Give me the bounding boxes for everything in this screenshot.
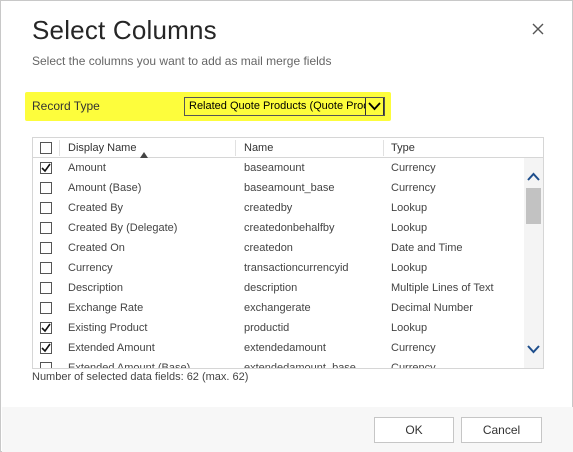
cell-type: Currency — [391, 162, 436, 174]
table-row[interactable]: Extended Amount extendedamount Currency — [33, 338, 523, 358]
cell-type: Currency — [391, 182, 436, 194]
cell-type: Decimal Number — [391, 302, 473, 314]
cell-display-name: Created On — [68, 242, 125, 254]
dialog-title: Select Columns — [32, 15, 217, 45]
cell-name: baseamount_base — [244, 182, 335, 194]
cell-name: createdby — [244, 202, 293, 214]
table-row[interactable]: Existing Product productid Lookup — [33, 318, 523, 338]
cell-name: description — [244, 282, 298, 294]
table-row[interactable]: Currency transactioncurrencyid Lookup — [33, 258, 523, 278]
scroll-down-icon[interactable] — [524, 342, 543, 356]
header-type[interactable]: Type — [391, 142, 415, 154]
scroll-thumb[interactable] — [526, 188, 541, 224]
cell-name: extendedamount — [244, 342, 326, 354]
cell-type: Lookup — [391, 262, 428, 274]
record-type-select[interactable]: Related Quote Products (Quote Product) — [184, 97, 385, 116]
row-checkbox[interactable] — [40, 222, 52, 234]
cell-name: extendedamount_base — [244, 362, 356, 369]
cell-name: transactioncurrencyid — [244, 262, 349, 274]
cell-name: baseamount — [244, 162, 305, 174]
row-checkbox[interactable] — [40, 342, 52, 354]
table-row[interactable]: Description description Multiple Lines of … — [33, 278, 523, 298]
cell-display-name: Currency — [68, 262, 113, 274]
table-row[interactable]: Extended Amount (Base) extendedamount_bas… — [33, 358, 523, 369]
row-checkbox[interactable] — [40, 362, 52, 368]
header-divider — [235, 140, 236, 156]
record-type-label: Record Type — [32, 99, 100, 113]
header-divider — [383, 140, 384, 156]
cancel-button[interactable]: Cancel — [461, 417, 542, 443]
header-divider — [59, 140, 60, 156]
row-checkbox[interactable] — [40, 162, 52, 174]
row-checkbox[interactable] — [40, 262, 52, 274]
cell-type: Lookup — [391, 202, 428, 214]
row-checkbox[interactable] — [40, 282, 52, 294]
header-name[interactable]: Name — [244, 142, 273, 154]
ok-button[interactable]: OK — [374, 417, 454, 443]
chevron-down-icon[interactable] — [365, 98, 384, 115]
cell-type: Lookup — [391, 222, 428, 234]
header-display-name[interactable]: Display Name — [68, 142, 136, 154]
cell-name: createdon — [244, 242, 293, 254]
table-row[interactable]: Created On createdon Date and Time — [33, 238, 523, 258]
cell-type: Date and Time — [391, 242, 463, 254]
table-row[interactable]: Exchange Rate exchangerate Decimal Number — [33, 298, 523, 318]
row-checkbox[interactable] — [40, 242, 52, 254]
row-checkbox[interactable] — [40, 202, 52, 214]
cell-type: Currency — [391, 342, 436, 354]
columns-grid: Display Name Name Type Amount baseamount C… — [32, 137, 544, 369]
cell-type: Currency — [391, 362, 436, 369]
table-row[interactable]: Amount (Base) baseamount_base Currency — [33, 178, 523, 198]
select-columns-dialog: Select Columns Select the columns you wa… — [0, 0, 573, 452]
cell-name: exchangerate — [244, 302, 311, 314]
row-checkbox[interactable] — [40, 182, 52, 194]
grid-scrollbar[interactable] — [524, 158, 543, 368]
table-row[interactable]: Amount baseamount Currency — [33, 158, 523, 178]
grid-header: Display Name Name Type — [33, 138, 543, 158]
cell-display-name: Amount (Base) — [68, 182, 142, 194]
cell-display-name: Existing Product — [68, 322, 148, 334]
cell-display-name: Extended Amount — [68, 342, 155, 354]
table-row[interactable]: Created By createdby Lookup — [33, 198, 523, 218]
table-row[interactable]: Created By (Delegate) createdonbehalfby Lo… — [33, 218, 523, 238]
cell-name: productid — [244, 322, 290, 334]
cell-type: Multiple Lines of Text — [391, 282, 494, 294]
dialog-subtitle: Select the columns you want to add as ma… — [32, 54, 332, 68]
cell-display-name: Created By (Delegate) — [68, 222, 178, 234]
selected-count: Number of selected data fields: 62 (max.… — [32, 371, 249, 383]
cell-display-name: Created By — [68, 202, 124, 214]
row-checkbox[interactable] — [40, 322, 52, 334]
cell-display-name: Amount — [68, 162, 106, 174]
cell-type: Lookup — [391, 322, 428, 334]
cell-display-name: Description — [68, 282, 124, 294]
cell-name: createdonbehalfby — [244, 222, 335, 234]
record-type-value: Related Quote Products (Quote Product) — [189, 100, 367, 112]
close-icon[interactable] — [530, 21, 546, 37]
select-all-checkbox[interactable] — [40, 142, 52, 154]
cell-display-name: Exchange Rate — [68, 302, 144, 314]
row-checkbox[interactable] — [40, 302, 52, 314]
scroll-up-icon[interactable] — [524, 170, 543, 184]
cell-display-name: Extended Amount (Base) — [68, 362, 191, 369]
